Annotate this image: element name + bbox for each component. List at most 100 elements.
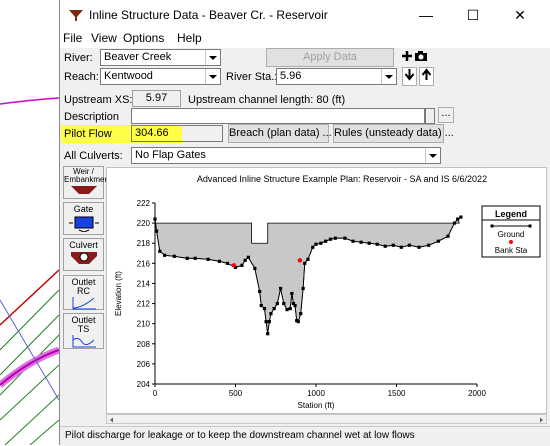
apply-data-button[interactable]: Apply Data xyxy=(266,48,394,67)
ground-point xyxy=(314,242,318,246)
prev-station-button[interactable] xyxy=(402,67,417,86)
ground-point xyxy=(311,245,315,249)
ground-point xyxy=(383,244,387,248)
ground-point xyxy=(282,301,286,306)
menu-bar: File View Options Help xyxy=(60,30,550,48)
ground-point xyxy=(193,256,197,260)
ground-point xyxy=(293,303,297,308)
chevron-down-icon xyxy=(425,148,440,163)
ground-point xyxy=(185,256,189,260)
y-tick-label: 206 xyxy=(137,360,151,369)
menu-view[interactable]: View xyxy=(91,31,117,45)
ground-point xyxy=(306,257,310,261)
ground-point xyxy=(155,229,159,233)
ground-point xyxy=(324,239,328,243)
structure-fill xyxy=(154,218,460,334)
maximize-button[interactable]: ☐ xyxy=(451,3,495,27)
scroll-arrows-icon xyxy=(110,417,543,423)
horizontal-scrollbar[interactable] xyxy=(106,414,547,424)
culvert-button[interactable]: Culvert xyxy=(63,238,104,271)
legend-title: Legend xyxy=(495,209,527,219)
ground-point xyxy=(253,266,257,270)
ground-point xyxy=(225,261,230,265)
y-tick-label: 212 xyxy=(137,300,151,309)
background-map xyxy=(0,97,59,445)
reach-dropdown[interactable]: Kentwood xyxy=(100,68,221,85)
x-tick-label: 1500 xyxy=(388,389,406,398)
outlet-ts-button[interactable]: Outlet TS xyxy=(63,313,104,349)
ground-point xyxy=(206,257,210,261)
breach-button[interactable]: Breach (plan data) ... xyxy=(228,124,332,143)
reach-label: Reach: xyxy=(64,71,99,83)
y-tick-label: 218 xyxy=(137,239,151,248)
minimize-button[interactable]: — xyxy=(404,3,448,27)
menu-file[interactable]: File xyxy=(63,31,82,45)
y-tick-label: 210 xyxy=(137,320,151,329)
ground-point xyxy=(328,237,333,241)
rating-curve-icon xyxy=(72,297,96,310)
ground-point xyxy=(246,255,250,259)
rules-button[interactable]: Rules (unsteady data) ... xyxy=(333,124,454,143)
weir-embankment-button[interactable]: Weir / Embankment xyxy=(63,166,111,199)
river-sta-value: 5.96 xyxy=(280,70,302,82)
all-culverts-value: No Flap Gates xyxy=(135,149,206,161)
river-label: River: xyxy=(64,52,93,64)
gate-button[interactable]: Gate xyxy=(63,202,104,235)
outlet-rc-button[interactable]: Outlet RC xyxy=(63,275,104,310)
y-tick-label: 204 xyxy=(137,380,151,389)
next-station-button[interactable] xyxy=(419,67,434,86)
menu-help[interactable]: Help xyxy=(177,31,202,45)
ground-point xyxy=(267,320,271,324)
x-tick-label: 2000 xyxy=(468,389,486,398)
bank-station-point xyxy=(231,263,237,268)
description-ellipsis-button[interactable]: ... xyxy=(438,107,454,123)
ground-point xyxy=(278,286,283,291)
weir-icon xyxy=(70,186,97,194)
y-tick-label: 222 xyxy=(137,199,151,208)
legend-entry-bank-sta: Bank Sta xyxy=(495,246,528,255)
description-input[interactable] xyxy=(131,108,425,124)
chart-svg: Advanced Inline Structure Example Plan: … xyxy=(114,174,541,410)
arrow-down-icon xyxy=(404,69,415,81)
add-camera-button[interactable] xyxy=(397,48,430,67)
ground-point xyxy=(319,241,323,245)
y-tick-label: 220 xyxy=(137,219,151,228)
ground-point xyxy=(272,306,276,311)
x-tick-label: 0 xyxy=(153,389,158,398)
description-scrollbar[interactable] xyxy=(425,108,435,124)
ground-point xyxy=(243,258,247,262)
river-value: Beaver Creek xyxy=(104,51,172,63)
ground-point xyxy=(436,239,440,243)
legend-bank-sta-marker xyxy=(509,240,513,244)
chart-title: Advanced Inline Structure Example Plan: … xyxy=(197,174,487,184)
all-culverts-dropdown[interactable]: No Flap Gates xyxy=(131,147,441,164)
close-button[interactable]: ✕ xyxy=(498,3,542,27)
ground-point xyxy=(275,301,279,306)
river-dropdown[interactable]: Beaver Creek xyxy=(100,49,221,66)
upstream-length-text: Upstream channel length: 80 (ft) xyxy=(188,94,346,106)
legend-entry-ground: Ground xyxy=(498,230,525,239)
ground-point xyxy=(427,243,431,247)
ground-point xyxy=(359,240,363,244)
legend-ground-marker xyxy=(528,224,532,228)
menu-options[interactable]: Options xyxy=(123,31,164,45)
pilot-flow-label: Pilot Flow xyxy=(64,128,112,140)
ground-point xyxy=(259,303,263,308)
ground-point xyxy=(299,312,303,316)
ground-point xyxy=(163,253,167,257)
chevron-down-icon xyxy=(205,50,220,65)
status-bar: Pilot discharge for leakage or to keep t… xyxy=(60,426,550,446)
ground-point xyxy=(258,289,262,294)
cross-section-plot: Advanced Inline Structure Example Plan: … xyxy=(106,167,547,414)
pilot-flow-input[interactable]: 304.66 xyxy=(131,125,223,142)
description-label: Description xyxy=(64,111,120,123)
culvert-icon xyxy=(70,252,97,264)
ground-point xyxy=(446,234,450,238)
ground-point xyxy=(391,243,395,247)
ground-point xyxy=(288,306,292,311)
ground-point xyxy=(269,312,273,316)
river-sta-dropdown[interactable]: 5.96 xyxy=(276,68,397,85)
ground-point xyxy=(351,239,355,243)
chevron-down-icon xyxy=(381,69,396,84)
ground-point xyxy=(296,320,300,324)
